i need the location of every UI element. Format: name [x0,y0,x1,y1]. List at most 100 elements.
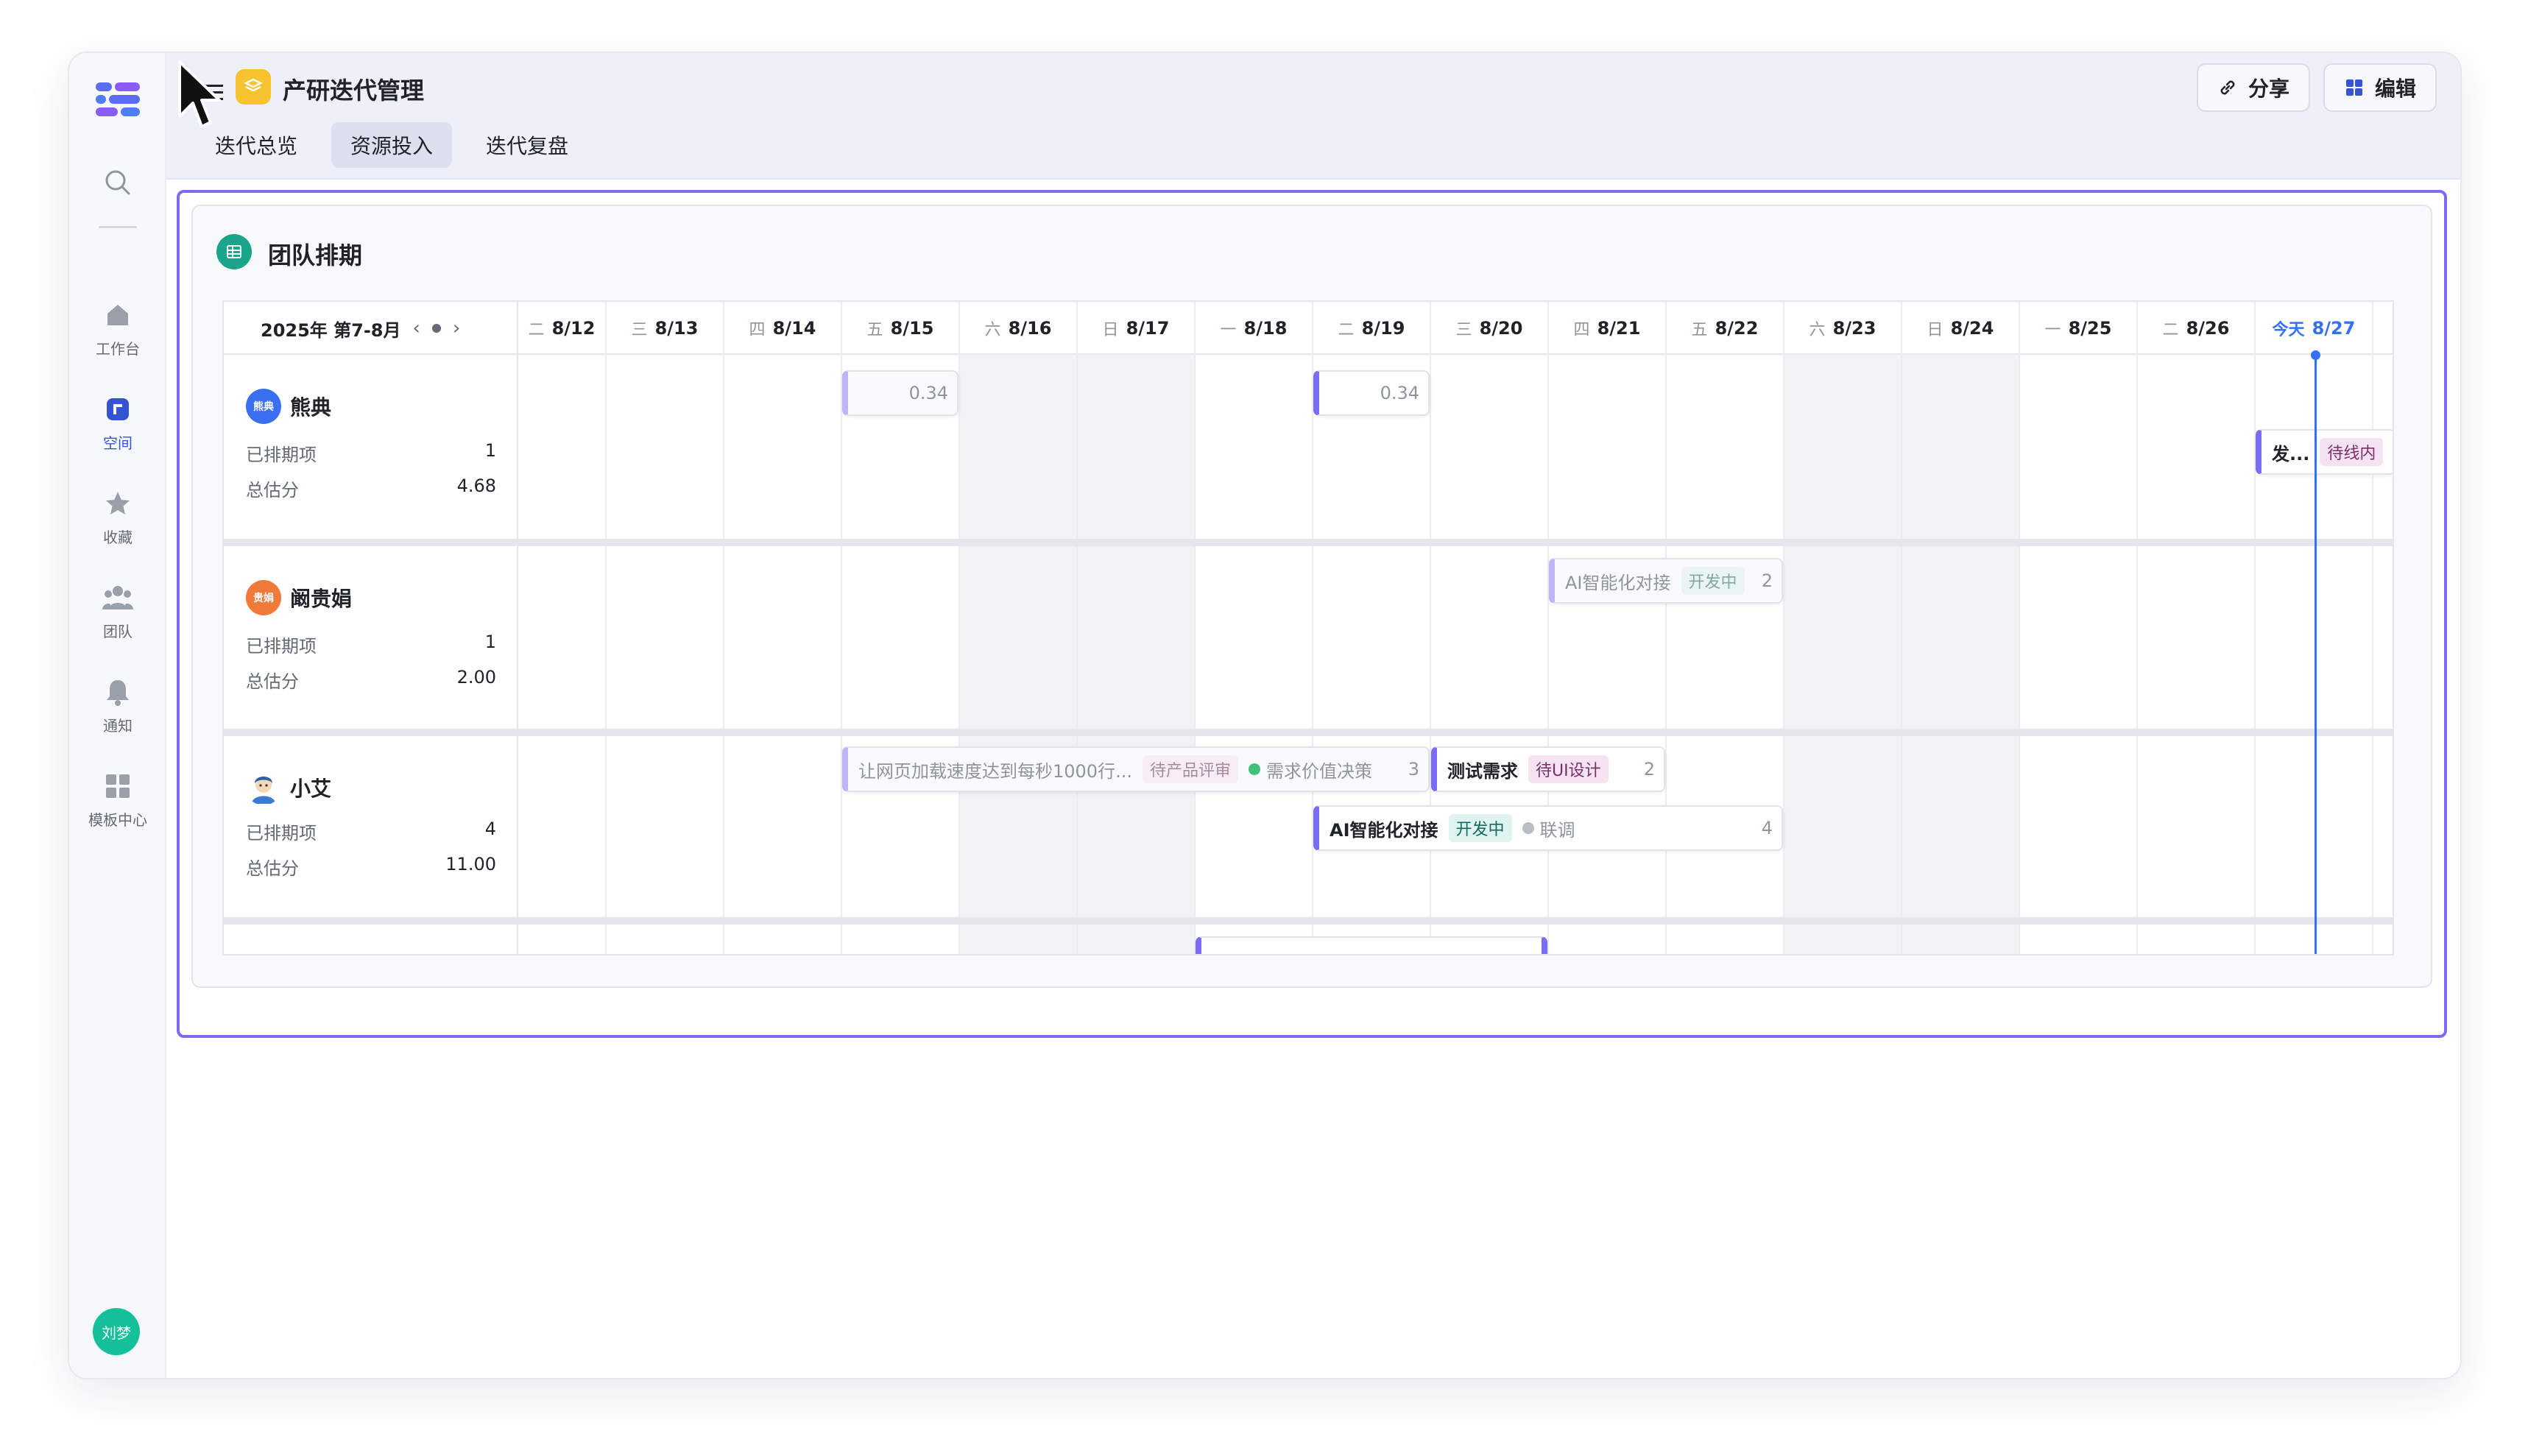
scheduled-count: 1 [484,440,496,461]
day-header: 四 8/14 [724,302,842,355]
nav-label: 通知 [103,716,133,735]
grid-icon [2345,79,2362,96]
member-row: 熊典 熊典 已排期项 1 总估分 4.68 [224,355,518,539]
task-bar[interactable]: 0.34 [842,370,958,416]
share-label: 分享 [2248,77,2289,101]
day-header: 三 8/20 [1431,302,1549,355]
team-icon [102,585,133,609]
nav-label: 团队 [103,622,133,640]
left-nav: 工作台 空间 收藏 团队 通知 模板中心 刘梦 [69,53,166,1378]
gantt-chart: 二 8/12 三 8/13 四 8/14 五 8/15 六 8/16 日 8/17 一 8/1… [222,300,2394,955]
template-icon [106,774,130,798]
user-avatar[interactable]: 刘梦 [93,1308,140,1355]
day-header: 二 8/12 [518,302,607,355]
page-header: 产研迭代管理 迭代总览 资源投入 迭代复盘 分享 编辑 [166,53,2460,180]
day-header: 五 8/22 [1667,302,1784,355]
period-selector: 2025年 第7-8月 ‹ › [224,302,518,355]
task-bar[interactable]: 0.34 [1313,370,1430,416]
day-column-weekend [960,355,1078,954]
layers-icon [244,78,263,92]
status-tag: 开发中 [1681,567,1745,595]
space-icon [107,397,129,420]
today-marker-dot [2311,350,2320,360]
search-icon[interactable] [99,163,137,202]
nav-item-space[interactable]: 空间 [69,383,166,464]
edit-label: 编辑 [2374,77,2416,101]
member-name: 阚贵娟 [290,587,353,611]
home-icon [107,304,128,325]
gantt-header: 二 8/12 三 8/13 四 8/14 五 8/15 六 8/16 日 8/17 一 8/1… [224,302,2393,355]
nav-label: 工作台 [96,339,140,358]
card-title: 团队排期 [268,241,363,269]
day-column-weekend [1078,355,1196,954]
estimate-total: 2.00 [456,667,496,688]
period-label: 2025年 第7-8月 [261,319,401,341]
day-column [1196,355,1313,954]
task-bar[interactable]: AI智能化对接 开发中 2 [1549,558,1783,604]
table-icon [216,234,252,269]
day-column [2138,355,2256,954]
today-marker-line [2315,355,2317,954]
day-header: 五 8/15 [842,302,960,355]
nav-item-workbench[interactable]: 工作台 [69,289,166,370]
day-header: 四 8/21 [1549,302,1667,355]
tab-review[interactable]: 迭代复盘 [467,122,587,168]
task-bar[interactable]: 测试需求 待UI设计 2 [1431,746,1665,792]
nav-item-notifications[interactable]: 通知 [69,665,166,746]
member-row: 小艾 已排期项 4 总估分 11.00 [224,736,518,917]
nav-label: 模板中心 [88,810,147,829]
current-period-button[interactable] [431,324,441,333]
day-column [1313,355,1431,954]
status-tag: 开发中 [1448,814,1512,842]
star-icon [106,491,130,515]
nav-item-favorites[interactable]: 收藏 [69,477,166,558]
nav-label: 空间 [103,434,133,452]
nav-label: 收藏 [103,528,133,546]
team-schedule-card: 团队排期 二 8/12 三 8/13 四 8/14 五 8/15 六 8/16 … [191,205,2432,988]
nav-divider [99,226,137,228]
avatar-illustration [246,770,281,805]
day-header: 六 8/16 [960,302,1078,355]
avatar: 熊典 [246,389,281,424]
app-logo-icon[interactable] [93,78,143,121]
status-tag: 待线内 [2320,438,2384,466]
day-header: 一 8/25 [2020,302,2138,355]
day-column [518,355,607,954]
member-name: 小艾 [290,777,332,801]
day-header-today: 今天 8/27 [2256,302,2373,355]
nav-item-templates[interactable]: 模板中心 [69,760,166,841]
day-column [607,355,724,954]
task-bar[interactable]: AI智能化对接 开发中 联调 4 [1313,805,1783,851]
day-column [1667,355,1784,954]
status-tag: 待产品评审 [1142,755,1238,783]
scheduled-count: 4 [484,819,496,839]
avatar: 贵娟 [246,580,281,615]
link-icon [2220,80,2235,95]
task-bar-partial[interactable] [1196,936,1547,954]
day-header: 日 8/17 [1078,302,1196,355]
member-name: 熊典 [290,395,332,420]
task-bar[interactable]: 让网页加载速度达到每秒1000行... 待产品评审 需求价值决策 3 [842,746,1430,792]
member-row [224,925,518,954]
prev-period-icon[interactable]: ‹ [413,317,420,339]
app-icon [236,69,271,105]
status-dot [1522,822,1534,834]
tab-resources[interactable]: 资源投入 [331,122,453,168]
day-column [1431,355,1549,954]
gantt-grid [518,355,2393,954]
task-bar[interactable]: 发... 待线内 [2256,429,2393,475]
day-column-weekend [1784,355,1902,954]
bell-icon [107,679,129,706]
selected-block-frame[interactable]: 团队排期 二 8/12 三 8/13 四 8/14 五 8/15 六 8/16 … [177,190,2447,1038]
nav-item-team[interactable]: 团队 [69,571,166,652]
app-window: 工作台 空间 收藏 团队 通知 模板中心 刘梦 产研迭代管理 迭代总览 资源投入… [69,53,2460,1378]
edit-button[interactable]: 编辑 [2323,63,2437,112]
next-period-icon[interactable]: › [453,317,460,339]
scheduled-count: 1 [484,632,496,652]
share-button[interactable]: 分享 [2196,63,2310,112]
estimate-total: 11.00 [445,854,496,874]
day-column [2020,355,2138,954]
day-column [842,355,960,954]
mouse-cursor-icon [178,60,221,128]
day-header: 一 8/18 [1196,302,1313,355]
